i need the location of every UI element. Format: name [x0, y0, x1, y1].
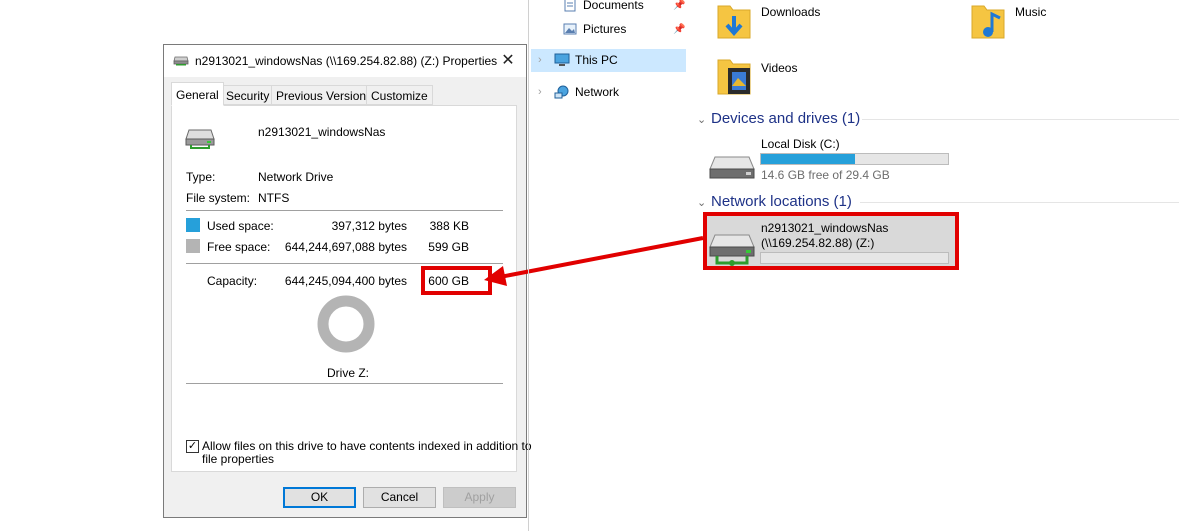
- network-icon: [554, 85, 570, 99]
- group-divider: [862, 119, 1179, 120]
- nav-item-network[interactable]: Network: [575, 85, 619, 99]
- annotation-arrow: [484, 236, 704, 286]
- chevron-right-icon[interactable]: ›: [538, 54, 542, 66]
- chevron-down-icon[interactable]: ⌄: [697, 113, 706, 126]
- nav-pictures-icon: [563, 22, 577, 36]
- pin-icon: 📌: [673, 24, 686, 35]
- local-disk-usage-fill: [761, 154, 855, 164]
- downloads-folder-icon: [716, 2, 752, 42]
- local-disk-name[interactable]: Local Disk (C:): [761, 137, 840, 151]
- network-drive-path: (\\169.254.82.88) (Z:): [761, 236, 875, 250]
- pane-divider: [528, 0, 529, 531]
- pin-icon: 📌: [673, 0, 686, 11]
- folder-downloads-label[interactable]: Downloads: [761, 5, 820, 19]
- music-folder-icon: [970, 2, 1006, 42]
- folder-videos-label[interactable]: Videos: [761, 61, 797, 75]
- nav-item-this-pc[interactable]: This PC: [575, 53, 618, 67]
- local-disk-icon: [709, 151, 755, 183]
- nav-documents-icon: [563, 0, 577, 12]
- this-pc-icon: [554, 53, 570, 67]
- group-divider: [860, 202, 1179, 203]
- network-group-header[interactable]: Network locations (1): [711, 193, 852, 210]
- network-drive-name[interactable]: n2913021_windowsNas: [761, 221, 888, 235]
- folder-music-label[interactable]: Music: [1015, 5, 1046, 19]
- network-drive-usage-bar: [760, 252, 949, 264]
- tab-general[interactable]: General: [171, 82, 224, 106]
- devices-group-header[interactable]: Devices and drives (1): [711, 110, 860, 127]
- chevron-down-icon[interactable]: ⌄: [697, 196, 706, 209]
- network-drive-large-icon: [709, 229, 755, 269]
- local-disk-usage-bar: [760, 153, 949, 165]
- local-disk-free-text: 14.6 GB free of 29.4 GB: [761, 168, 890, 182]
- nav-item-pictures[interactable]: Pictures: [583, 22, 626, 36]
- nav-item-documents[interactable]: Documents: [583, 0, 644, 12]
- videos-folder-icon: [716, 56, 754, 98]
- chevron-right-icon[interactable]: ›: [538, 86, 542, 98]
